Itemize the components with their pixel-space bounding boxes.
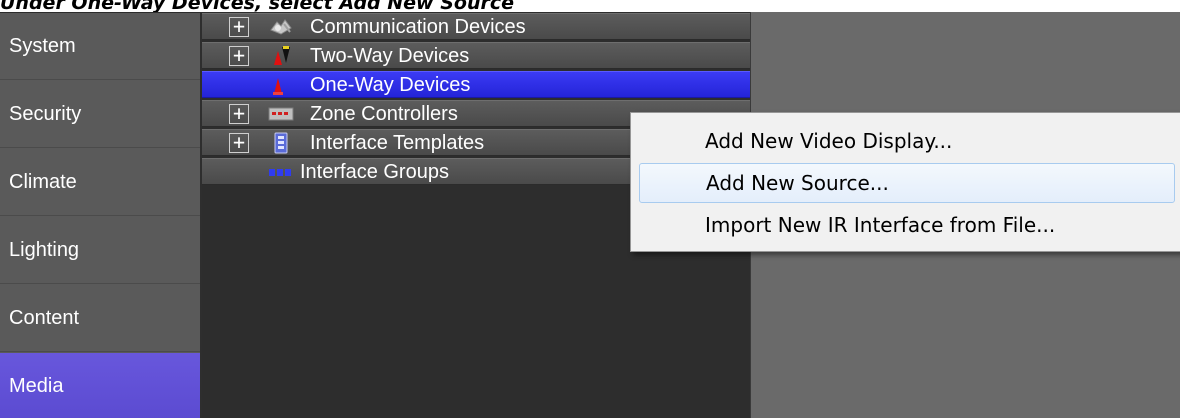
menu-item-import-new-ir-interface[interactable]: Import New IR Interface from File... <box>639 205 1175 245</box>
expand-toggle[interactable]: + <box>229 132 249 153</box>
sidebar-item-system[interactable]: System <box>0 13 200 80</box>
tree-row-two-way-devices[interactable]: + Two-Way Devices <box>202 42 750 69</box>
tree-row-label: Interface Groups <box>300 161 449 183</box>
menu-item-label: Import New IR Interface from File... <box>705 213 1056 237</box>
interface-templates-icon <box>274 132 288 154</box>
expand-toggle[interactable]: + <box>229 45 249 66</box>
sidebar-item-label: Climate <box>9 170 77 193</box>
sidebar-item-label: Media <box>9 374 64 397</box>
sidebar-item-lighting[interactable]: Lighting <box>0 217 200 284</box>
menu-item-label: Add New Video Display... <box>705 129 953 153</box>
sidebar-item-label: Content <box>9 306 80 329</box>
expand-toggle[interactable]: + <box>229 16 249 37</box>
sidebar-item-label: Security <box>9 102 82 125</box>
sidebar-item-climate[interactable]: Climate <box>0 149 200 216</box>
tree-row-label: Zone Controllers <box>310 103 458 125</box>
tree-row-label: One-Way Devices <box>310 74 471 96</box>
communication-devices-icon <box>270 19 292 35</box>
sidebar-item-content[interactable]: Content <box>0 285 200 352</box>
tree-row-label: Two-Way Devices <box>310 45 470 67</box>
tree-row-label: Interface Templates <box>310 132 485 154</box>
expand-toggle[interactable]: + <box>229 103 249 124</box>
sidebar-item-label: Lighting <box>9 238 80 261</box>
two-way-devices-icon <box>274 46 290 65</box>
menu-item-add-new-source[interactable]: Add New Source... <box>639 163 1175 203</box>
sidebar-item-label: System <box>9 34 76 57</box>
tree-row-label: Communication Devices <box>310 16 526 38</box>
zone-controllers-icon <box>268 107 294 121</box>
menu-item-add-new-video-display[interactable]: Add New Video Display... <box>639 121 1175 161</box>
context-menu: Add New Video Display... Add New Source.… <box>630 112 1180 252</box>
category-sidebar: System Security Climate Lighting Content… <box>0 12 202 418</box>
sidebar-item-security[interactable]: Security <box>0 81 200 148</box>
one-way-devices-icon <box>273 78 283 95</box>
interface-groups-icon <box>269 169 291 176</box>
tree-row-communication-devices[interactable]: + Communication Devices <box>202 13 750 40</box>
sidebar-item-media[interactable]: Media <box>0 353 200 418</box>
tree-row-one-way-devices[interactable]: One-Way Devices <box>202 71 925 98</box>
menu-item-label: Add New Source... <box>706 171 889 195</box>
